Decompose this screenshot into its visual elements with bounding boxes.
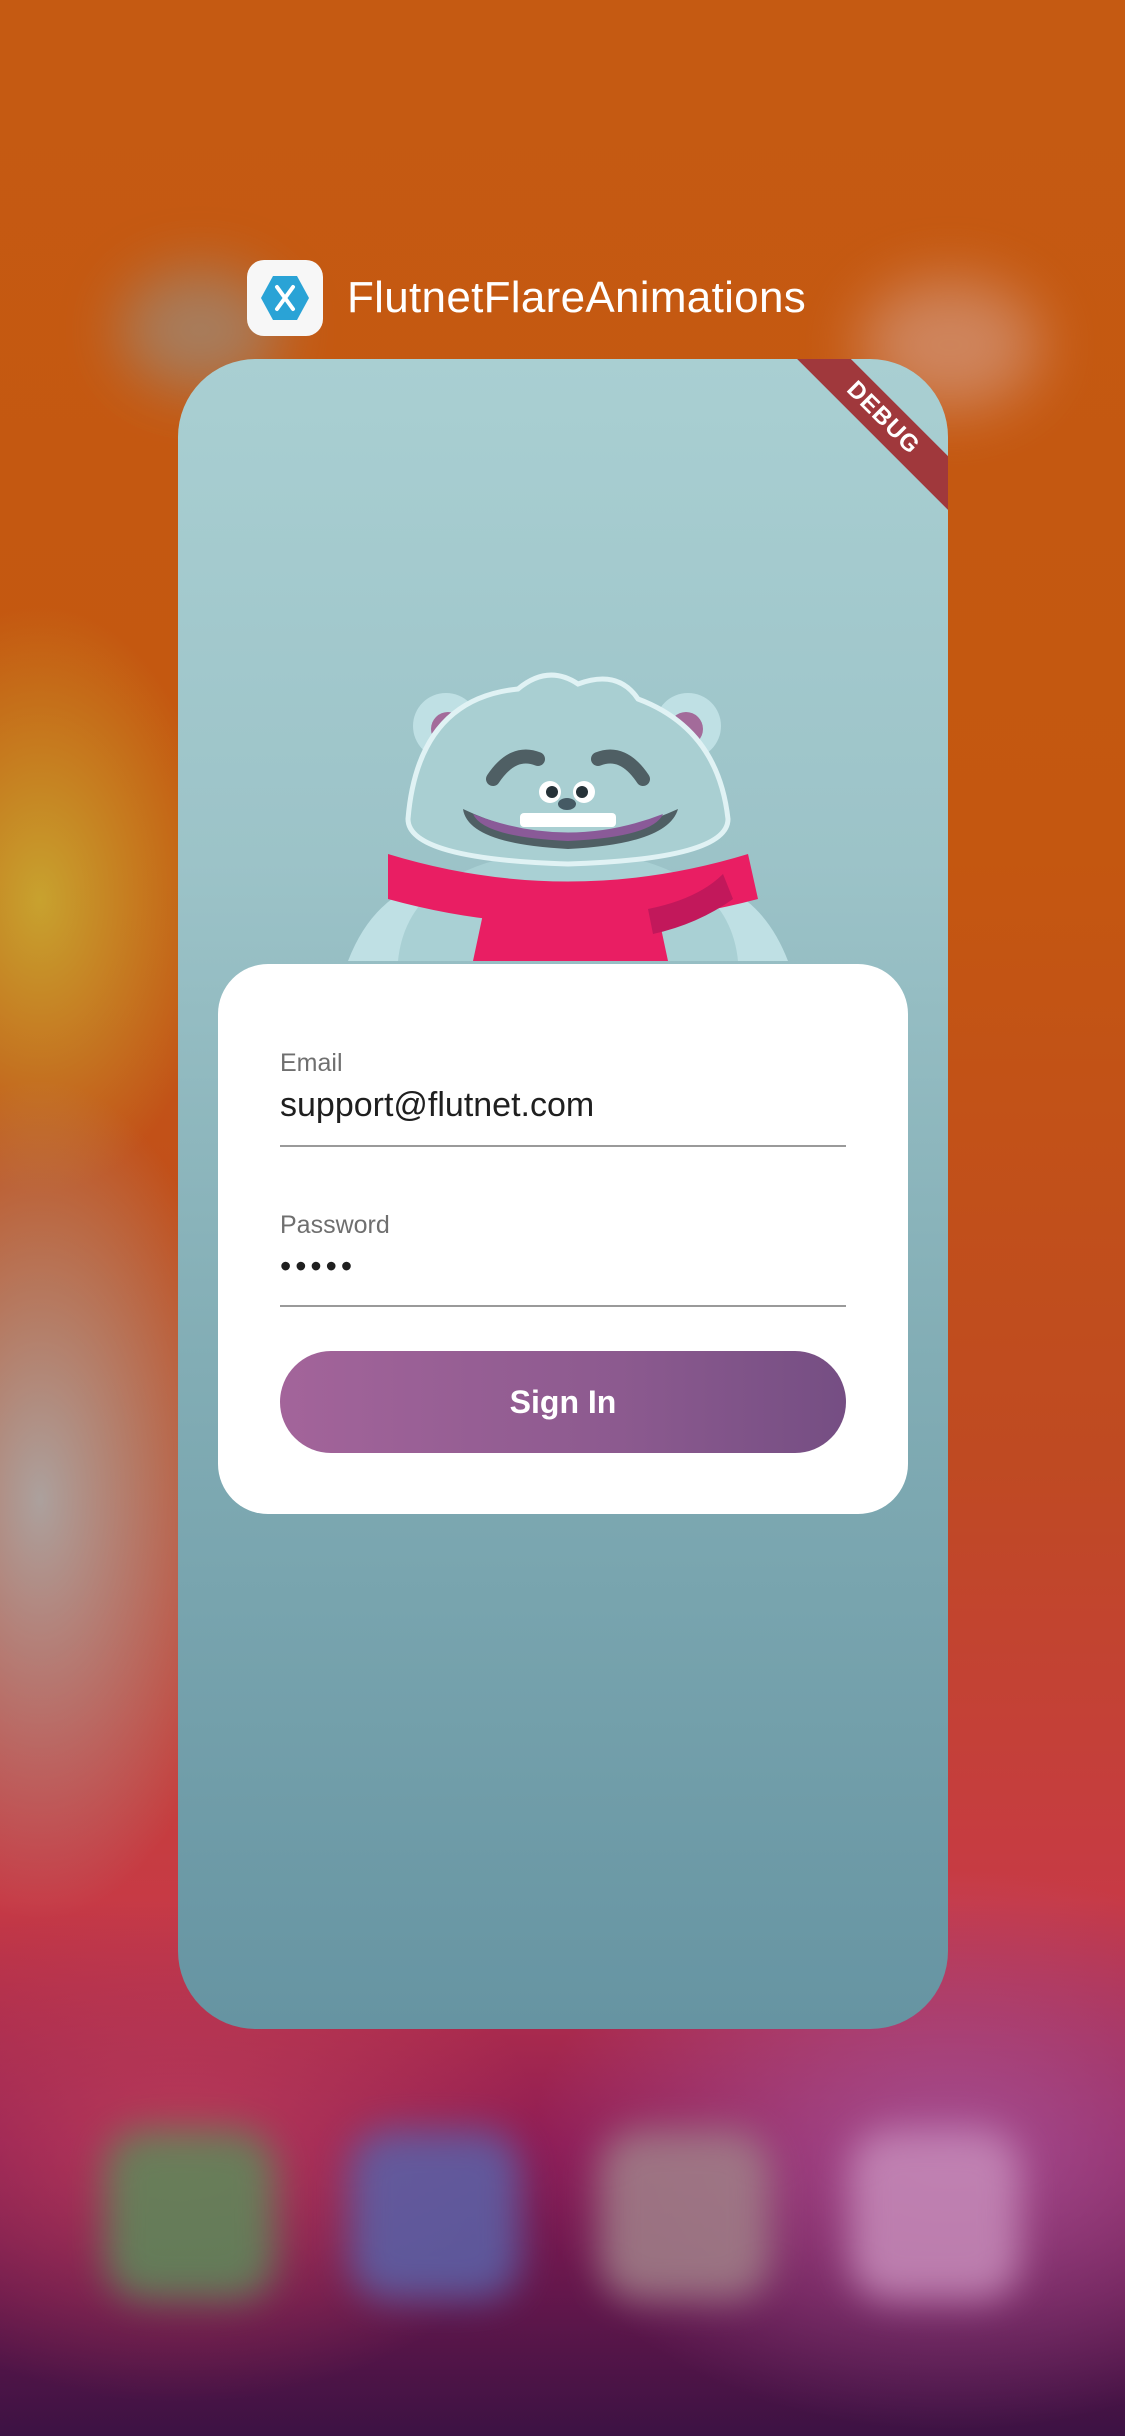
dock-app-icon[interactable]	[600, 2130, 770, 2300]
dock-app-icon[interactable]	[105, 2130, 275, 2300]
dock-app-icon[interactable]	[850, 2130, 1020, 2300]
sign-in-button[interactable]: Sign In	[280, 1351, 846, 1453]
app-preview-card[interactable]: DEBUG Email support@flutnet.com Password…	[178, 359, 948, 2029]
debug-banner: DEBUG	[788, 359, 948, 513]
bear-illustration	[348, 672, 788, 961]
email-underline	[280, 1145, 846, 1147]
app-icon[interactable]	[247, 260, 323, 336]
app-title: FlutnetFlareAnimations	[347, 273, 807, 322]
email-input[interactable]: support@flutnet.com	[280, 1086, 846, 1125]
password-field[interactable]: Password •••••	[280, 1211, 846, 1307]
login-form: Email support@flutnet.com Password •••••…	[218, 964, 908, 1514]
xamarin-hexagon-icon	[261, 276, 309, 320]
password-label: Password	[280, 1211, 390, 1239]
password-underline	[280, 1305, 846, 1307]
email-field[interactable]: Email support@flutnet.com	[280, 1049, 846, 1147]
dock-app-icon[interactable]	[350, 2130, 520, 2300]
email-label: Email	[280, 1049, 343, 1077]
app-switcher-header[interactable]: FlutnetFlareAnimations	[247, 260, 806, 336]
password-input[interactable]: •••••	[280, 1248, 846, 1285]
